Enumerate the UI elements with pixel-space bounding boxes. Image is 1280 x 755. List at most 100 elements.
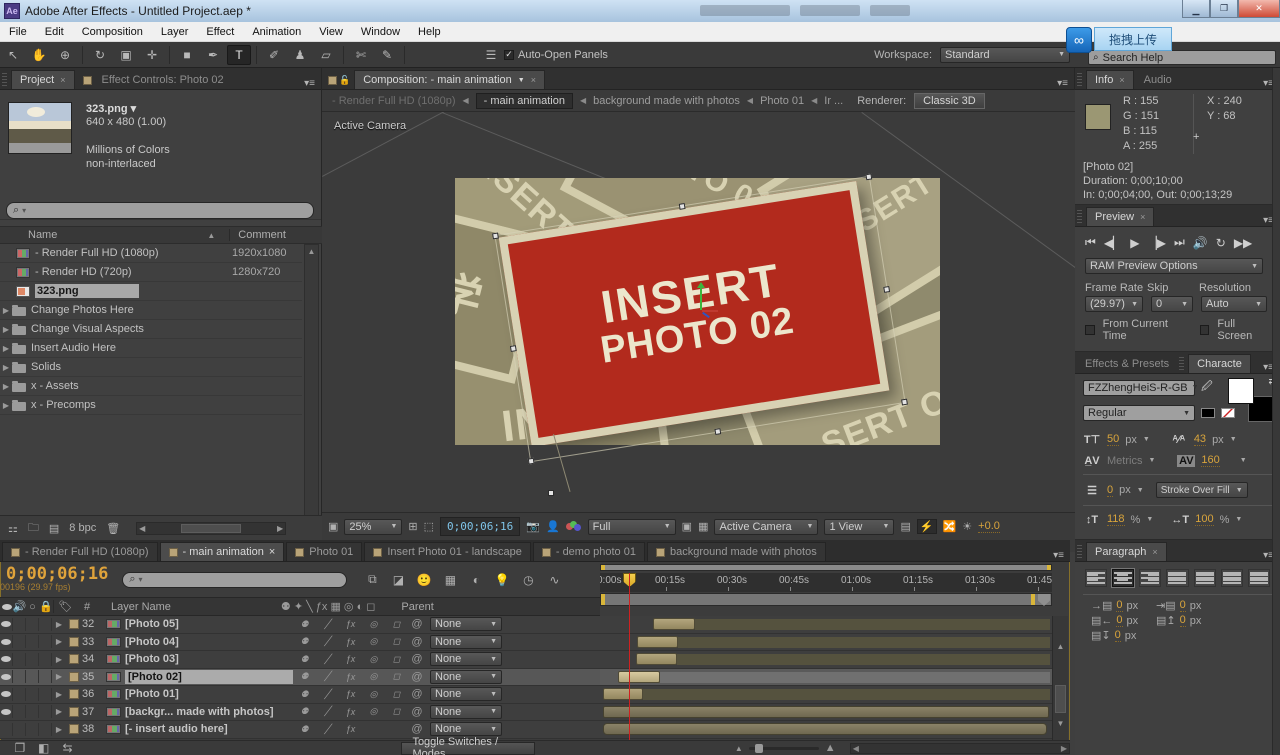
twirl-icon[interactable]: ▶ — [0, 344, 12, 353]
timeline-button-icon[interactable]: ▤ — [900, 520, 910, 533]
dock-edge-gripper[interactable] — [1272, 68, 1280, 755]
layer-name-column[interactable]: Layer Name — [111, 601, 171, 613]
navigator-end-handle[interactable] — [1047, 565, 1051, 570]
parent-pickwhip-icon[interactable]: @ — [408, 618, 426, 630]
interpret-footage-icon[interactable]: ⚏ — [8, 522, 18, 535]
label-color-swatch[interactable] — [69, 707, 79, 717]
rotate-tool-icon[interactable]: ↻ — [88, 45, 112, 65]
view-layout-dropdown[interactable]: 1 View▼ — [824, 519, 894, 535]
quality-switch[interactable]: ╱ — [316, 654, 339, 665]
eye-icon[interactable] — [0, 618, 13, 631]
effects-switch[interactable]: ƒx — [339, 689, 362, 699]
zoom-in-icon[interactable]: ▲ — [825, 742, 836, 754]
parent-dropdown[interactable]: None▼ — [430, 687, 502, 701]
crumb-truncated[interactable]: Ir ... — [824, 95, 843, 107]
from-current-time-checkbox[interactable] — [1085, 325, 1095, 335]
reset-exposure-icon[interactable]: ☀ — [962, 520, 972, 533]
scroll-left-icon[interactable]: ◀ — [139, 524, 145, 533]
parent-dropdown[interactable]: None▼ — [430, 722, 502, 736]
renderer-button[interactable]: Classic 3D — [914, 93, 985, 109]
magnification-dropdown[interactable]: 25%▼ — [344, 519, 402, 535]
project-item[interactable]: ▶ Change Visual Aspects — [0, 320, 302, 339]
work-area-bar[interactable] — [600, 593, 1052, 606]
menu-animation[interactable]: Animation — [243, 22, 310, 41]
previous-frame-icon[interactable]: ◀▏ — [1104, 236, 1122, 250]
viewer-timecode[interactable]: 0;00;06;16 — [440, 517, 520, 536]
threed-switch[interactable]: ◻ — [385, 671, 408, 682]
quality-switch[interactable]: ╱ — [316, 689, 339, 700]
graph-editor-icon[interactable]: ∿ — [541, 573, 567, 587]
fast-previews-icon[interactable]: ⚡ — [917, 519, 937, 534]
scroll-down-icon[interactable]: ▼ — [1053, 719, 1068, 728]
shy-switch[interactable]: ⚉ — [293, 671, 316, 682]
quality-switch[interactable]: ╱ — [316, 671, 339, 682]
resolution-dropdown[interactable]: Auto▼ — [1201, 296, 1267, 312]
hide-shy-layers-icon[interactable]: 🙂 — [411, 573, 437, 587]
tab-effect-controls[interactable]: Effect Controls: Photo 02 — [94, 70, 232, 89]
solo-column-icon[interactable]: ○ — [26, 601, 39, 613]
threed-switch[interactable]: ◻ — [385, 654, 408, 665]
tab-photo-01[interactable]: Photo 01 — [286, 542, 362, 561]
shy-switch[interactable]: ⚉ — [293, 636, 316, 647]
layer-row[interactable]: ▶ 36 [Photo 01] ⚉╱ƒx◎◻ @ None▼ — [0, 686, 600, 704]
scroll-right-icon[interactable]: ▶ — [1061, 744, 1067, 753]
tab-demo-photo-01[interactable]: - demo photo 01 — [533, 542, 645, 561]
align-center-button[interactable] — [1112, 569, 1134, 587]
scrollbar-thumb[interactable] — [1055, 685, 1066, 713]
tab-character[interactable]: Characte — [1188, 354, 1251, 373]
quality-switch[interactable]: ╱ — [316, 619, 339, 630]
threed-switch[interactable]: ◻ — [385, 619, 408, 630]
twirl-icon[interactable]: ▶ — [0, 363, 12, 372]
parent-pickwhip-icon[interactable]: @ — [408, 671, 426, 683]
timeline-vertical-scrollbar[interactable]: ▲ ▼ — [1052, 616, 1068, 740]
flowchart-icon[interactable]: 🔀 — [943, 520, 957, 533]
selection-handle[interactable] — [548, 490, 554, 496]
eye-icon[interactable] — [0, 635, 13, 648]
scroll-right-icon[interactable]: ▶ — [277, 524, 283, 533]
menu-view[interactable]: View — [310, 22, 352, 41]
font-family-dropdown[interactable]: FZZhengHeiS-R-GB▼ — [1083, 380, 1195, 396]
close-icon[interactable]: × — [60, 75, 65, 85]
parent-dropdown[interactable]: None▼ — [430, 617, 502, 631]
zoom-out-icon[interactable]: ▲ — [735, 744, 743, 753]
label-color-swatch[interactable] — [69, 689, 79, 699]
resolution-dropdown[interactable]: Full▼ — [588, 519, 676, 535]
crumb-render-full-hd[interactable]: - Render Full HD (1080p) — [332, 95, 456, 107]
panel-menu-icon[interactable]: ▾≡ — [1047, 550, 1070, 561]
work-area-end-handle[interactable] — [1031, 594, 1035, 605]
twirl-icon[interactable]: ▶ — [52, 725, 66, 734]
layer-row-selected[interactable]: ▶ 35 [Photo 02] ⚉╱ƒx◎◻ @ None▼ — [0, 669, 600, 687]
ram-preview-options-dropdown[interactable]: RAM Preview Options▼ — [1085, 258, 1263, 274]
navigator-start-handle[interactable] — [601, 565, 605, 570]
menu-window[interactable]: Window — [352, 22, 409, 41]
panel-gripper[interactable] — [1077, 73, 1082, 87]
justify-all-button[interactable] — [1248, 569, 1270, 587]
motion-blur-icon[interactable]: ◐ — [463, 573, 489, 587]
camera-view-dropdown[interactable]: Active Camera▼ — [714, 519, 818, 535]
project-search-input[interactable]: ⌕▾ — [6, 202, 314, 219]
tab-composition[interactable]: Composition: - main animation▼ × — [354, 70, 545, 89]
justify-last-left-button[interactable] — [1166, 569, 1188, 587]
selection-handle[interactable] — [528, 458, 535, 465]
upload-overlay[interactable]: ∞ 拖拽上传 — [1066, 27, 1172, 51]
tab-preview[interactable]: Preview× — [1086, 207, 1154, 226]
new-composition-icon[interactable]: ▤ — [49, 522, 59, 535]
app-icon[interactable]: Ae — [4, 3, 20, 19]
twirl-icon[interactable]: ▶ — [0, 306, 12, 315]
composition-viewer[interactable]: Active Camera INSERT PHOTO 0 SERT INS SE… — [322, 112, 1075, 552]
exposure-value[interactable]: +0.0 — [978, 520, 1000, 533]
motion-blur-switch[interactable]: ◎ — [362, 619, 385, 630]
next-frame-icon[interactable]: ▕▶ — [1148, 236, 1166, 250]
new-folder-icon[interactable]: 🗀 — [28, 519, 39, 538]
horizontal-scale-value[interactable]: 100 — [1195, 513, 1213, 526]
close-icon[interactable]: × — [531, 75, 536, 85]
eye-icon[interactable] — [0, 705, 13, 718]
crumb-photo-01[interactable]: Photo 01 — [760, 95, 804, 107]
auto-keyframe-icon[interactable]: ◷ — [515, 573, 541, 587]
panel-menu-icon[interactable]: ▾≡ — [298, 78, 321, 89]
parent-pickwhip-icon[interactable]: @ — [408, 723, 426, 735]
project-bit-depth[interactable]: 8 bpc — [69, 522, 96, 534]
frame-rate-dropdown[interactable]: (29.97)▼ — [1085, 296, 1143, 312]
label-color-swatch[interactable] — [69, 619, 79, 629]
puppet-pin-tool-icon[interactable]: ✎ — [375, 45, 399, 65]
